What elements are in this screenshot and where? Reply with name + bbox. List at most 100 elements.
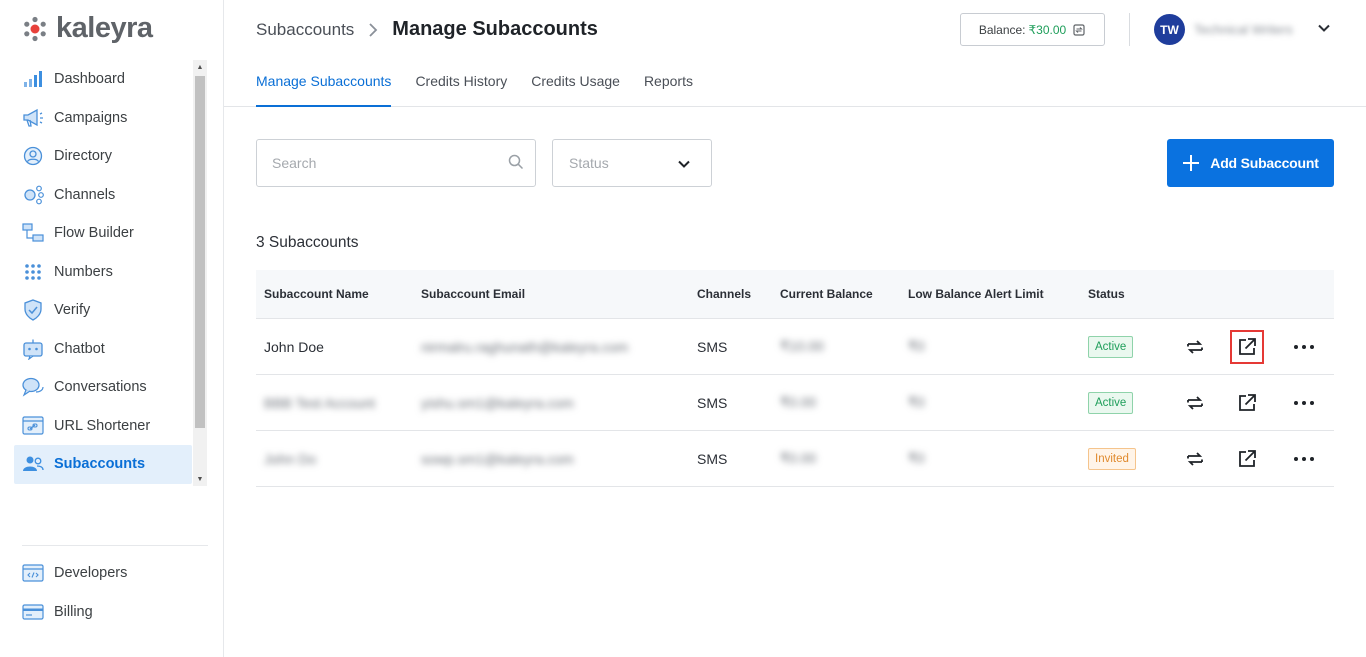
link-icon <box>22 415 44 437</box>
column-header-status: Status <box>1088 287 1125 301</box>
sidebar-item-label: Campaigns <box>54 109 128 126</box>
cell-status: Active <box>1088 335 1168 358</box>
sidebar-item-url-shortener[interactable]: URL Shortener <box>14 407 192 446</box>
sidebar-item-label: Chatbot <box>54 340 105 357</box>
tab-credits-usage[interactable]: Credits Usage <box>531 62 620 107</box>
flow-icon <box>22 222 44 244</box>
sidebar-item-dashboard[interactable]: Dashboard <box>14 60 192 99</box>
table-header: Subaccount Name Subaccount Email Channel… <box>256 270 1334 319</box>
tab-credits-history[interactable]: Credits History <box>415 62 507 107</box>
sidebar-item-label: Developers <box>54 565 128 582</box>
sidebar-item-label: Conversations <box>54 379 147 396</box>
cell-low-balance-alert: ₹0 <box>908 450 925 466</box>
megaphone-icon <box>22 107 44 129</box>
sidebar-bottom-nav: Developers Billing <box>14 554 192 631</box>
chevron-down-icon <box>678 160 690 168</box>
code-icon <box>22 562 44 584</box>
transfer-credits-icon[interactable] <box>1180 332 1210 362</box>
transfer-credits-icon[interactable] <box>1180 444 1210 474</box>
sidebar-item-subaccounts[interactable]: Subaccounts <box>14 445 192 484</box>
cell-low-balance-alert: ₹0 <box>908 338 925 354</box>
more-options-icon[interactable] <box>1289 444 1319 474</box>
chat-bubble-icon <box>22 376 44 398</box>
logo-text: kaleyra <box>56 12 153 44</box>
open-external-icon[interactable] <box>1232 444 1262 474</box>
tab-bar: Manage Subaccounts Credits History Credits… <box>256 62 693 107</box>
sidebar-scrollbar[interactable]: ▲ ▼ <box>193 60 207 486</box>
subaccount-count: 3 Subaccounts <box>256 234 359 251</box>
table-row[interactable]: John Doe nirmalru.raghunath@kaleyra.com SM… <box>256 319 1334 375</box>
scroll-thumb[interactable] <box>195 76 205 428</box>
search-icon[interactable] <box>508 154 524 170</box>
table-row[interactable]: John Do sowp.sm1@kaleyra.com SMS ₹0.00 ₹0 Inv… <box>256 431 1334 487</box>
column-header-channels: Channels <box>697 287 752 301</box>
sidebar-item-billing[interactable]: Billing <box>14 593 192 632</box>
sidebar-item-chatbot[interactable]: Chatbot <box>14 330 192 369</box>
more-options-icon[interactable] <box>1289 388 1319 418</box>
header: Subaccounts Manage Subaccounts Balance: ₹… <box>224 0 1366 107</box>
sidebar-item-label: URL Shortener <box>54 417 151 434</box>
tab-manage-subaccounts[interactable]: Manage Subaccounts <box>256 62 392 107</box>
transfer-credits-icon[interactable] <box>1180 388 1210 418</box>
sidebar-item-label: Verify <box>54 302 91 319</box>
open-external-icon[interactable] <box>1232 388 1262 418</box>
column-header-email: Subaccount Email <box>421 287 526 301</box>
more-options-icon[interactable] <box>1289 332 1319 362</box>
chatbot-icon <box>22 338 44 360</box>
sidebar-item-campaigns[interactable]: Campaigns <box>14 99 192 138</box>
column-header-current-balance: Current Balance <box>780 287 873 301</box>
sidebar-item-label: Billing <box>54 603 93 620</box>
table-row[interactable]: BBB Test Account yishu.sm1@kaleyra.com SMS… <box>256 375 1334 431</box>
scroll-down-arrow-icon[interactable]: ▼ <box>193 472 207 486</box>
open-external-icon[interactable] <box>1230 329 1264 364</box>
avatar[interactable]: TW <box>1154 14 1185 45</box>
cell-current-balance: ₹10.00 <box>780 338 824 354</box>
sidebar-item-label: Subaccounts <box>54 456 146 473</box>
refresh-icon <box>1073 23 1085 36</box>
sidebar-item-label: Numbers <box>54 263 113 280</box>
balance-value: ₹30.00 <box>1028 22 1067 37</box>
cell-status: Active <box>1088 391 1168 414</box>
tab-reports[interactable]: Reports <box>644 62 693 107</box>
sidebar: kaleyra Dashboard Campaigns Directory Chann… <box>0 0 224 657</box>
sidebar-item-channels[interactable]: Channels <box>14 176 192 215</box>
status-badge: Active <box>1088 391 1134 414</box>
sidebar-item-label: Flow Builder <box>54 225 134 242</box>
cell-current-balance: ₹0.00 <box>780 450 817 466</box>
chevron-down-icon[interactable] <box>1316 20 1332 36</box>
search-box[interactable] <box>256 139 536 187</box>
status-dropdown[interactable]: Status <box>552 139 712 187</box>
cell-channels: SMS <box>697 338 728 355</box>
row-actions <box>1168 388 1334 418</box>
kaleyra-logo[interactable]: kaleyra <box>22 12 153 45</box>
balance-button[interactable]: Balance: ₹30.00 <box>960 13 1105 46</box>
sidebar-item-verify[interactable]: Verify <box>14 291 192 330</box>
chevron-right-icon <box>369 22 378 37</box>
status-dropdown-placeholder: Status <box>569 155 609 171</box>
cell-channels: SMS <box>697 450 728 467</box>
sidebar-item-label: Dashboard <box>54 71 125 88</box>
users-icon <box>22 453 44 475</box>
user-name[interactable]: Technical Writers <box>1194 22 1293 37</box>
sidebar-item-label: Channels <box>54 186 116 203</box>
sidebar-item-flow-builder[interactable]: Flow Builder <box>14 214 192 253</box>
row-actions <box>1168 444 1334 474</box>
user-circle-icon <box>22 145 44 167</box>
cell-subaccount-name: John Do <box>264 450 317 467</box>
balance-label: Balance: <box>978 22 1026 37</box>
sidebar-item-developers[interactable]: Developers <box>14 554 192 593</box>
table-body: John Doe nirmalru.raghunath@kaleyra.com SM… <box>256 319 1334 487</box>
search-input[interactable] <box>257 140 487 186</box>
kaleyra-logo-icon <box>24 16 46 41</box>
cell-low-balance-alert: ₹0 <box>908 394 925 410</box>
cell-subaccount-email: sowp.sm1@kaleyra.com <box>421 450 574 467</box>
sidebar-item-numbers[interactable]: Numbers <box>14 253 192 292</box>
sidebar-item-conversations[interactable]: Conversations <box>14 368 192 407</box>
subaccounts-table: Subaccount Name Subaccount Email Channel… <box>256 270 1334 487</box>
scroll-up-arrow-icon[interactable]: ▲ <box>193 60 207 74</box>
card-icon <box>22 601 44 623</box>
dial-pad-icon <box>22 261 44 283</box>
sidebar-item-directory[interactable]: Directory <box>14 137 192 176</box>
breadcrumb-parent[interactable]: Subaccounts <box>256 20 354 40</box>
add-subaccount-button[interactable]: Add Subaccount <box>1167 139 1334 187</box>
